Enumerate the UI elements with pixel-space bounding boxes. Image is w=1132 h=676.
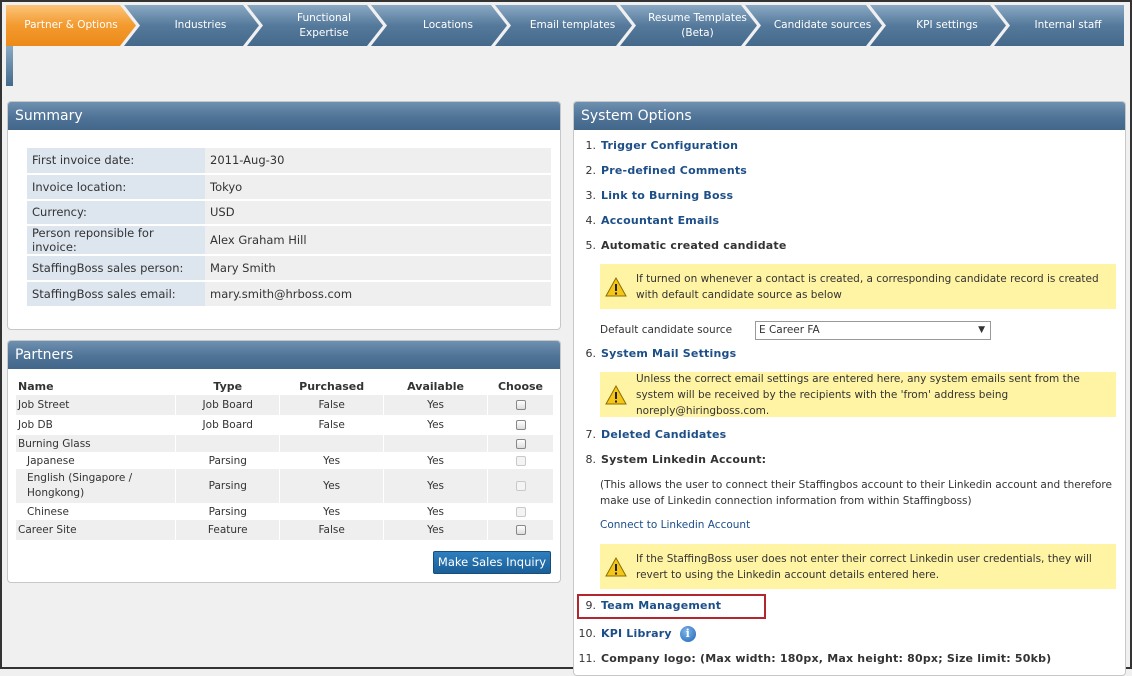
system-options-title: System Options — [574, 102, 1125, 130]
col-purchased: Purchased — [299, 379, 365, 393]
choose-checkbox-disabled — [515, 455, 526, 466]
table-row: Burning Glass — [16, 435, 554, 452]
col-choose: Choose — [497, 379, 544, 393]
default-candidate-source-row: Default candidate source E Career FA ▼ — [600, 321, 991, 340]
choose-checkbox[interactable] — [515, 438, 526, 449]
tab-partner-options[interactable]: Partner & Options — [6, 5, 136, 46]
option-item: 7. Deleted Candidates — [574, 425, 1125, 445]
partners-title: Partners — [8, 341, 560, 369]
tab-email-templates[interactable]: Email templates — [495, 5, 632, 46]
system-linkedin-account-label: System Linkedin Account: — [601, 453, 767, 466]
summary-row: StaffingBoss sales email: mary.smith@hrbo… — [27, 281, 551, 308]
warning-icon — [605, 276, 627, 296]
option-item: 2. Pre-defined Comments — [574, 161, 1125, 181]
system-mail-settings-link[interactable]: System Mail Settings — [601, 344, 736, 364]
col-type: Type — [213, 379, 243, 393]
linkedin-warning: If the StaffingBoss user does not enter … — [600, 544, 1116, 589]
table-row: Japanese Parsing Yes Yes — [16, 452, 554, 469]
warning-icon — [605, 384, 627, 404]
option-item: 10. KPI Library i — [574, 624, 1125, 644]
table-row: Job DB Job Board False Yes — [16, 415, 554, 435]
summary-row: Currency: USD — [27, 199, 551, 227]
table-row: Chinese Parsing Yes Yes — [16, 503, 554, 520]
tab-internal-staff[interactable]: Internal staff — [994, 5, 1124, 46]
tab-resume-templates[interactable]: Resume Templates (Beta) — [620, 5, 757, 46]
table-row: Career Site Feature False Yes — [16, 520, 554, 540]
choose-checkbox-disabled — [515, 481, 526, 491]
option-item: 5. Automatic created candidate — [574, 236, 1125, 256]
table-row: Job Street Job Board False Yes — [16, 395, 554, 415]
option-item: 6. System Mail Settings — [574, 344, 1125, 364]
accountant-emails-link[interactable]: Accountant Emails — [601, 211, 719, 231]
default-candidate-source-select[interactable]: E Career FA ▼ — [755, 321, 991, 340]
choose-checkbox[interactable] — [515, 420, 526, 430]
kpi-library-link[interactable]: KPI Library — [601, 627, 672, 640]
predefined-comments-link[interactable]: Pre-defined Comments — [601, 161, 747, 181]
linkedin-note: (This allows the user to connect their S… — [600, 479, 1112, 507]
dropdown-arrow-icon: ▼ — [978, 325, 985, 335]
table-header-row: Name Type Purchased Available Choose — [16, 377, 554, 395]
option-item: 4. Accountant Emails — [574, 211, 1125, 231]
partners-table: Name Type Purchased Available Choose Job… — [16, 377, 554, 540]
tab-functional-expertise[interactable]: Functional Expertise — [247, 5, 383, 46]
col-available: Available — [407, 379, 464, 393]
option-item: 3. Link to Burning Boss — [574, 186, 1125, 206]
summary-row: Invoice location: Tokyo — [27, 173, 551, 201]
automatic-created-candidate-label: Automatic created candidate — [601, 239, 787, 252]
summary-row: Person reponsible for invoice: Alex Graha… — [27, 225, 551, 257]
col-name: Name — [18, 379, 54, 393]
info-icon[interactable]: i — [679, 626, 696, 642]
option-item: 11. Company logo: (Max width: 180px, Max… — [574, 649, 1125, 669]
mail-settings-warning: Unless the correct email settings are en… — [600, 372, 1116, 417]
summary-title: Summary — [8, 102, 560, 130]
choose-checkbox[interactable] — [515, 400, 526, 410]
team-management-link[interactable]: Team Management — [601, 596, 721, 616]
link-to-burning-boss-link[interactable]: Link to Burning Boss — [601, 186, 733, 206]
summary-row: First invoice date: 2011-Aug-30 — [27, 148, 551, 175]
tab-candidate-sources[interactable]: Candidate sources — [745, 5, 882, 46]
deleted-candidates-link[interactable]: Deleted Candidates — [601, 425, 726, 445]
tab-scroll-stub — [6, 46, 13, 86]
option-item: 9. Team Management — [574, 596, 1125, 616]
summary-table: First invoice date: 2011-Aug-30 Invoice l… — [27, 148, 551, 308]
tab-locations[interactable]: Locations — [371, 5, 507, 46]
system-options-panel: System Options 1. Trigger Configuration … — [573, 101, 1126, 676]
company-logo-label: Company logo: (Max width: 180px, Max hei… — [601, 652, 1052, 665]
option-item: 8. System Linkedin Account: — [574, 450, 1125, 470]
summary-row: StaffingBoss sales person: Mary Smith — [27, 255, 551, 283]
choose-checkbox-disabled — [515, 506, 526, 517]
wizard-tabs: Partner & Options Industries Functional … — [6, 5, 1124, 46]
connect-linkedin-link[interactable]: Connect to Linkedin Account — [600, 519, 750, 531]
choose-checkbox[interactable] — [515, 525, 526, 535]
partners-panel: Partners Name Type Purchased Available C… — [7, 340, 561, 583]
tab-industries[interactable]: Industries — [124, 5, 259, 46]
trigger-configuration-link[interactable]: Trigger Configuration — [601, 136, 738, 156]
warning-icon — [605, 556, 627, 576]
option-item: 1. Trigger Configuration — [574, 136, 1125, 156]
tab-kpi-settings[interactable]: KPI settings — [870, 5, 1006, 46]
make-sales-inquiry-button[interactable]: Make Sales Inquiry — [433, 551, 551, 574]
summary-panel: Summary First invoice date: 2011-Aug-30 I… — [7, 101, 561, 330]
auto-candidate-warning: If turned on whenever a contact is creat… — [600, 264, 1116, 309]
table-row: English (Singapore / Hongkong) Parsing Y… — [16, 469, 554, 503]
